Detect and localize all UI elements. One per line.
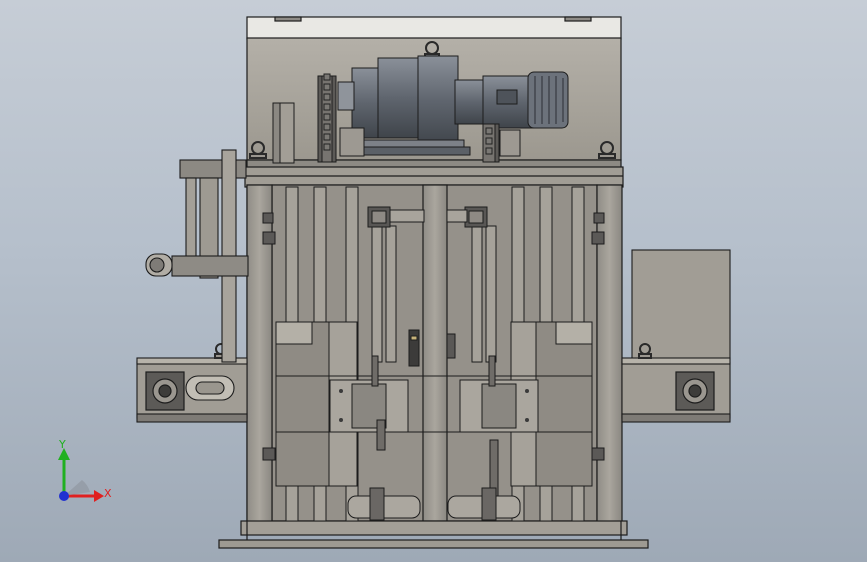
conveyor-lift-assembly-drawing[interactable] <box>0 0 867 562</box>
triad-origin <box>59 491 69 501</box>
flange-bearing-icon <box>145 371 185 411</box>
x-axis-head <box>94 490 104 502</box>
coordinate-triad: Y X <box>40 436 130 516</box>
y-axis-label: Y <box>59 438 66 451</box>
axis-triad-icon <box>58 448 104 502</box>
cad-viewport[interactable]: Y X <box>0 0 867 562</box>
housing-bracket <box>272 102 295 164</box>
x-axis-label: X <box>104 487 112 500</box>
left-tensioner-bracket <box>145 149 249 363</box>
flange-bearing-icon <box>675 371 715 411</box>
